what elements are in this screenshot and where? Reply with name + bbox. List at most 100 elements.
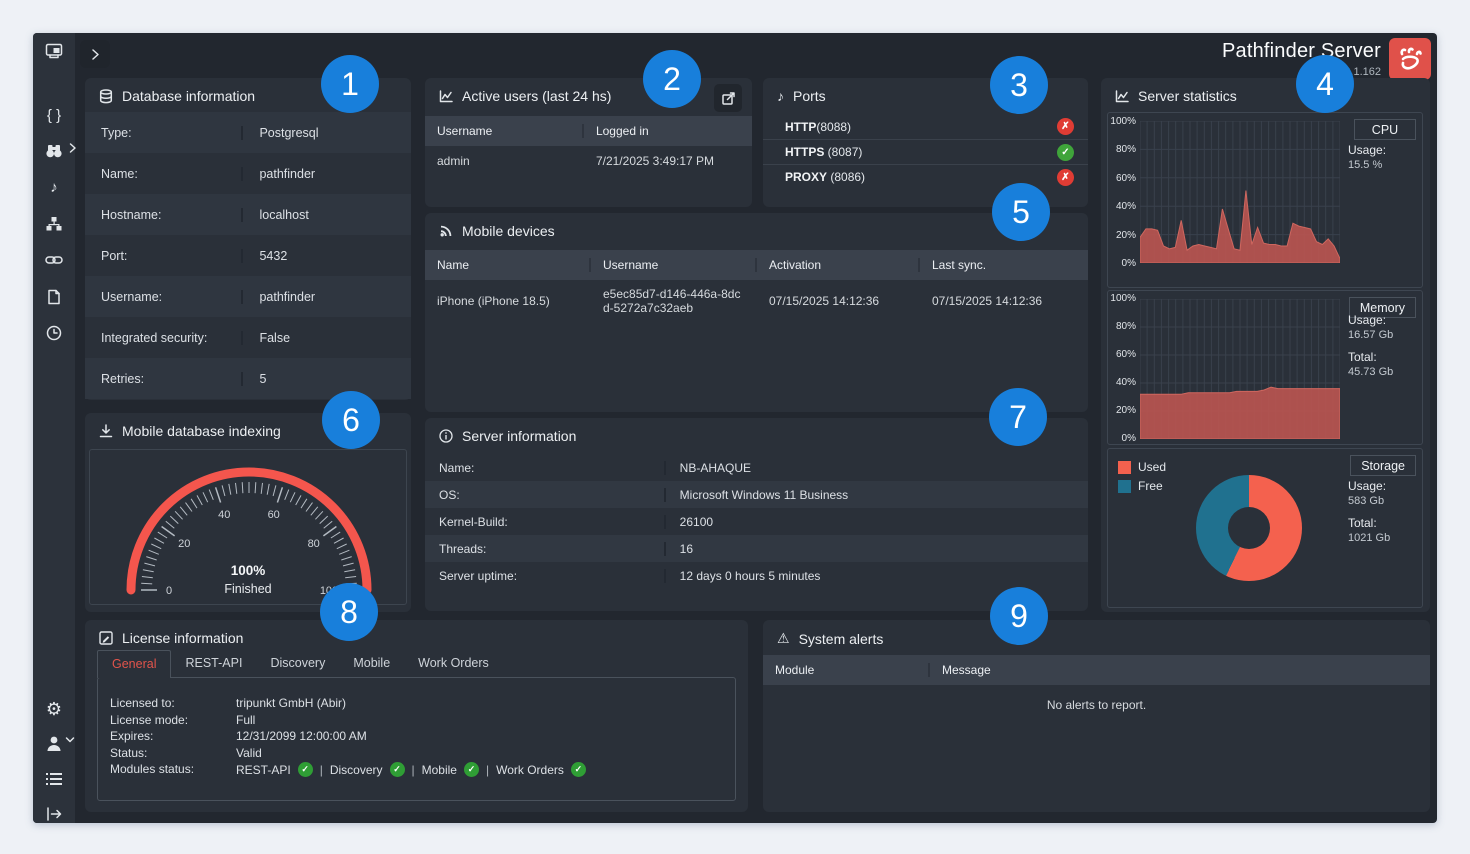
module-ok-icon: ✓ xyxy=(571,762,586,777)
svg-text:60: 60 xyxy=(268,509,280,521)
license-modules-row: Modules status: REST-API✓ | Discovery✓ |… xyxy=(98,762,735,779)
storage-info: Usage: 583 Gb Total: 1021 Gb xyxy=(1348,479,1422,553)
table-row: iPhone (iPhone 18.5) e5ec85d7-d146-446a-… xyxy=(425,280,1088,322)
database-table: Type:Postgresql Name:pathfinder Hostname… xyxy=(85,112,411,399)
panel-title: License information xyxy=(122,630,243,646)
active-users-panel: Active users (last 24 hs) Username Logge… xyxy=(425,78,752,207)
table-row: Name:NB-AHAQUE xyxy=(425,454,1088,481)
svg-text:20: 20 xyxy=(178,538,190,550)
annotation-badge-1: 1 xyxy=(321,55,379,113)
server-information-panel: Server information Name:NB-AHAQUE OS:Mic… xyxy=(425,418,1088,611)
note-icon: ♪ xyxy=(777,88,784,104)
table-row: Type:Postgresql xyxy=(85,112,411,153)
table-row: Username:pathfinder xyxy=(85,276,411,317)
tab-general[interactable]: General xyxy=(97,650,171,678)
storage-legend: Used Free xyxy=(1118,460,1166,498)
license-row: Status:Valid xyxy=(98,746,735,763)
logout-icon[interactable] xyxy=(33,799,75,829)
sidebar-collapse-button[interactable] xyxy=(80,40,110,68)
database-information-panel: Database information Type:Postgresql Nam… xyxy=(85,78,411,400)
warning-icon: ⚠ xyxy=(777,630,790,647)
status-offline-icon: ✗ xyxy=(1057,118,1074,135)
cpu-info: Usage: 15.5 % xyxy=(1348,143,1422,180)
logs-list-icon[interactable] xyxy=(33,764,75,794)
system-alerts-header: ⚠ System alerts xyxy=(763,620,1430,655)
storage-donut-chart xyxy=(1196,475,1302,581)
mobile-devices-table-header: Name Username Activation Last sync. xyxy=(425,250,1088,280)
mobile-devices-panel: Mobile devices Name Username Activation … xyxy=(425,213,1088,412)
cpu-label: CPU xyxy=(1354,119,1416,140)
link-icon[interactable] xyxy=(33,245,75,275)
server-statistics-panel: Server statistics 100% 80% 60% 40% 20% 0… xyxy=(1101,78,1430,612)
annotation-badge-2: 2 xyxy=(643,50,701,108)
ports-note-icon[interactable]: ♪ xyxy=(33,172,75,202)
alerts-empty-message: No alerts to report. xyxy=(763,698,1430,712)
free-swatch xyxy=(1118,480,1131,493)
document-icon[interactable] xyxy=(33,282,75,312)
table-row: Server uptime:12 days 0 hours 5 minutes xyxy=(425,562,1088,589)
annotation-badge-8: 8 xyxy=(320,583,378,641)
open-external-button[interactable] xyxy=(714,84,742,112)
annotation-badge-5: 5 xyxy=(992,183,1050,241)
settings-gear-icon[interactable]: ⚙ xyxy=(33,694,75,724)
rss-icon xyxy=(439,224,453,238)
port-row-proxy: PROXY (8086) ✗ xyxy=(763,164,1088,189)
module-ok-icon: ✓ xyxy=(390,762,405,777)
annotation-badge-6: 6 xyxy=(322,391,380,449)
server-information-header: Server information xyxy=(425,418,1088,452)
annotation-badge-9: 9 xyxy=(990,587,1048,645)
memory-chart-box: 100% 80% 60% 40% 20% 0% Memory Usage: 16… xyxy=(1107,290,1423,445)
tab-work-orders[interactable]: Work Orders xyxy=(404,650,503,677)
user-dropdown-chevron-icon[interactable] xyxy=(65,731,79,749)
system-alerts-panel: ⚠ System alerts Module Message No alerts… xyxy=(763,620,1430,812)
database-icon xyxy=(99,89,113,104)
topology-icon[interactable] xyxy=(33,209,75,239)
storage-chart-box: Used Free Storage Usage: 583 Gb Total: 1… xyxy=(1107,448,1423,608)
port-row-http: HTTP(8088) ✗ xyxy=(763,114,1088,139)
license-row: Licensed to:tripunkt GmbH (Abir) xyxy=(98,696,735,713)
chart-icon xyxy=(439,90,453,103)
panel-title: Mobile database indexing xyxy=(122,423,281,439)
legend-item-used: Used xyxy=(1118,460,1166,474)
indexing-gauge-chart: 020406080100 xyxy=(90,450,406,604)
license-information-panel: License information General REST-API Dis… xyxy=(85,620,748,812)
tab-rest-api[interactable]: REST-API xyxy=(171,650,256,677)
module-ok-icon: ✓ xyxy=(464,762,479,777)
alerts-table-header: Module Message xyxy=(763,655,1430,685)
license-row: License mode:Full xyxy=(98,713,735,730)
gauge-value: 100% xyxy=(90,563,406,578)
dashboard-icon[interactable] xyxy=(33,36,75,66)
cpu-chart-box: 100% 80% 60% 40% 20% 0% CPU Usage: 15.5 … xyxy=(1107,112,1423,288)
mobile-devices-header: Mobile devices xyxy=(425,213,1088,247)
memory-y-axis: 100% 80% 60% 40% 20% 0% xyxy=(1108,291,1138,444)
storage-label: Storage xyxy=(1350,455,1416,476)
license-information-header: License information xyxy=(85,620,748,654)
table-row: Port:5432 xyxy=(85,235,411,276)
svg-text:80: 80 xyxy=(308,538,320,550)
panel-title: Ports xyxy=(793,88,826,104)
memory-info: Usage: 16.57 Gb Total: 45.73 Gb xyxy=(1348,313,1422,387)
panel-title: System alerts xyxy=(799,631,884,647)
svg-text:40: 40 xyxy=(218,509,230,521)
download-icon xyxy=(99,424,113,438)
panel-title: Server statistics xyxy=(1138,88,1237,104)
port-row-https: HTTPS (8087) ✓ xyxy=(763,139,1088,164)
pathfinder-logo-icon xyxy=(1389,38,1431,80)
used-swatch xyxy=(1118,461,1131,474)
app-window: { } ♪ ⚙ Pathfinder Server 2.6.1.162 Data… xyxy=(33,33,1437,823)
panel-title: Server information xyxy=(462,428,576,444)
status-online-icon: ✓ xyxy=(1057,144,1074,161)
table-row: admin 7/21/2025 3:49:17 PM xyxy=(425,146,752,176)
modules-status: REST-API✓ | Discovery✓ | Mobile✓ | Work … xyxy=(236,762,586,777)
info-icon xyxy=(439,429,453,443)
discovery-expand-chevron-icon[interactable] xyxy=(69,139,83,157)
table-row: Hostname:localhost xyxy=(85,194,411,235)
history-clock-icon[interactable] xyxy=(33,318,75,348)
tab-discovery[interactable]: Discovery xyxy=(256,650,339,677)
panel-title: Mobile devices xyxy=(462,223,555,239)
table-row: Name:pathfinder xyxy=(85,153,411,194)
table-row: Kernel-Build:26100 xyxy=(425,508,1088,535)
tab-mobile[interactable]: Mobile xyxy=(339,650,404,677)
code-icon[interactable]: { } xyxy=(33,100,75,130)
license-row: Expires:12/31/2099 12:00:00 AM xyxy=(98,729,735,746)
